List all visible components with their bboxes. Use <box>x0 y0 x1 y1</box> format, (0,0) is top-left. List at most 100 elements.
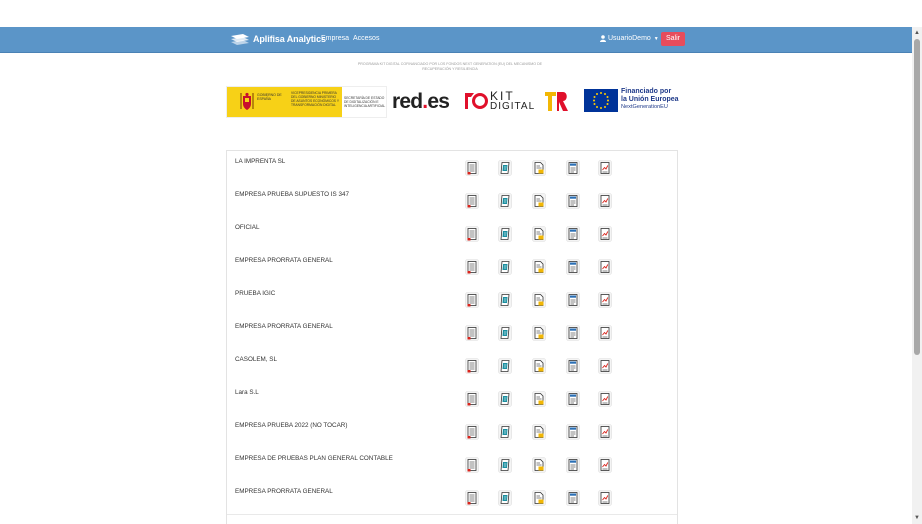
table-row: EMPRESA PRUEBA 2022 (NO TOCAR) <box>227 415 677 449</box>
chart-report-icon[interactable] <box>598 490 612 506</box>
ledger-report-icon[interactable] <box>465 226 479 242</box>
edit-document-icon[interactable] <box>498 457 512 473</box>
brand[interactable]: Aplifisa Analytics <box>230 32 326 46</box>
scroll-up-arrow-icon[interactable]: ▲ <box>914 29 920 37</box>
invoice-icon[interactable] <box>532 325 546 341</box>
invoice-icon[interactable] <box>532 424 546 440</box>
nav-accesos[interactable]: Accesos <box>353 35 379 42</box>
table-row: EMPRESA PRORRATA GENERAL <box>227 481 677 515</box>
company-name[interactable]: OFICIAL <box>235 224 260 231</box>
edit-document-icon[interactable] <box>498 424 512 440</box>
nav-empresa[interactable]: Empresa <box>321 35 349 42</box>
eu-funding-logo: Financiado por la Unión Europea NextGene… <box>584 86 684 116</box>
invoice-icon[interactable] <box>532 259 546 275</box>
navbar: Aplifisa Analytics Empresa Accesos Usuar… <box>0 27 912 53</box>
edit-document-icon[interactable] <box>498 325 512 341</box>
coat-of-arms-icon <box>240 92 254 110</box>
company-name[interactable]: LA IMPRENTA SL <box>235 158 285 165</box>
table-row: OFICIAL <box>227 217 677 251</box>
scroll-down-arrow-icon[interactable]: ▼ <box>914 514 920 522</box>
fiscal-model-icon[interactable] <box>566 424 580 440</box>
edit-document-icon[interactable] <box>498 292 512 308</box>
edit-document-icon[interactable] <box>498 490 512 506</box>
ledger-report-icon[interactable] <box>465 193 479 209</box>
invoice-icon[interactable] <box>532 226 546 242</box>
table-row: Lara S.L <box>227 382 677 416</box>
company-name[interactable]: EMPRESA PRUEBA SUPUESTO IS 347 <box>235 191 349 198</box>
table-row: PRUEBA IGIC <box>227 283 677 317</box>
invoice-icon[interactable] <box>532 391 546 407</box>
fiscal-model-icon[interactable] <box>566 226 580 242</box>
chart-report-icon[interactable] <box>598 193 612 209</box>
chart-report-icon[interactable] <box>598 226 612 242</box>
chart-report-icon[interactable] <box>598 391 612 407</box>
edit-document-icon[interactable] <box>498 160 512 176</box>
chart-report-icon[interactable] <box>598 358 612 374</box>
invoice-icon[interactable] <box>532 160 546 176</box>
eu-text-3: NextGenerationEU <box>621 104 668 110</box>
scroll-thumb[interactable] <box>914 39 920 355</box>
caret-down-icon: ▼ <box>653 35 659 42</box>
ledger-report-icon[interactable] <box>465 358 479 374</box>
chart-report-icon[interactable] <box>598 424 612 440</box>
gob-text-2: VICEPRESIDENCIA PRIMERA DEL GOBIERNO MIN… <box>291 91 339 107</box>
invoice-icon[interactable] <box>532 358 546 374</box>
page-scrollbar[interactable]: ▲ ▼ <box>912 27 922 524</box>
ledger-report-icon[interactable] <box>465 160 479 176</box>
fiscal-model-icon[interactable] <box>566 457 580 473</box>
user-menu[interactable]: UsuarioDemo ▼ <box>600 35 659 42</box>
table-row: EMPRESA DE PRUEBAS PLAN GENERAL CONTABLE <box>227 448 677 482</box>
edit-document-icon[interactable] <box>498 226 512 242</box>
brand-logo-icon <box>231 34 249 45</box>
fiscal-model-icon[interactable] <box>566 259 580 275</box>
chart-report-icon[interactable] <box>598 160 612 176</box>
eu-flag-icon <box>584 89 618 112</box>
edit-document-icon[interactable] <box>498 391 512 407</box>
companies-table: LA IMPRENTA SL EMPRESA PRUEBA SUPUESTO IS… <box>226 150 678 524</box>
fiscal-model-icon[interactable] <box>566 325 580 341</box>
company-name[interactable]: EMPRESA PRORRATA GENERAL <box>235 257 333 264</box>
chart-report-icon[interactable] <box>598 457 612 473</box>
kit-digital-mark-icon <box>465 93 488 109</box>
company-name[interactable]: EMPRESA PRUEBA 2022 (NO TOCAR) <box>235 422 347 429</box>
logout-button[interactable]: Salir <box>661 32 685 46</box>
eu-text-1: Financiado por <box>621 88 672 95</box>
company-name[interactable]: PRUEBA IGIC <box>235 290 275 297</box>
kit-digital-logo: KIT DIGITAL <box>464 88 540 114</box>
fiscal-model-icon[interactable] <box>566 193 580 209</box>
ledger-report-icon[interactable] <box>465 490 479 506</box>
chart-report-icon[interactable] <box>598 325 612 341</box>
edit-document-icon[interactable] <box>498 358 512 374</box>
brand-name: Aplifisa Analytics <box>253 34 326 44</box>
ledger-report-icon[interactable] <box>465 424 479 440</box>
chart-report-icon[interactable] <box>598 292 612 308</box>
fiscal-model-icon[interactable] <box>566 490 580 506</box>
chart-report-icon[interactable] <box>598 259 612 275</box>
edit-document-icon[interactable] <box>498 259 512 275</box>
table-row: LA IMPRENTA SL <box>227 151 677 185</box>
ledger-report-icon[interactable] <box>465 457 479 473</box>
company-name[interactable]: EMPRESA DE PRUEBAS PLAN GENERAL CONTABLE <box>235 455 393 462</box>
ledger-report-icon[interactable] <box>465 391 479 407</box>
recovery-plan-logo-icon <box>545 92 568 111</box>
company-name[interactable]: EMPRESA PRORRATA GENERAL <box>235 323 333 330</box>
fiscal-model-icon[interactable] <box>566 358 580 374</box>
ledger-report-icon[interactable] <box>465 292 479 308</box>
ledger-report-icon[interactable] <box>465 259 479 275</box>
fiscal-model-icon[interactable] <box>566 160 580 176</box>
invoice-icon[interactable] <box>532 193 546 209</box>
invoice-icon[interactable] <box>532 457 546 473</box>
company-name[interactable]: EMPRESA PRORRATA GENERAL <box>235 488 333 495</box>
gob-text-3: SECRETARÍA DE ESTADO DE DIGITALIZACIÓN E… <box>344 96 386 108</box>
edit-document-icon[interactable] <box>498 193 512 209</box>
table-row: EMPRESA PRORRATA GENERAL <box>227 316 677 350</box>
company-name[interactable]: Lara S.L <box>235 389 259 396</box>
ledger-report-icon[interactable] <box>465 325 479 341</box>
funding-logos: GOBIERNO DE ESPAÑA VICEPRESIDENCIA PRIME… <box>226 86 686 118</box>
redes-suffix: es <box>427 90 450 113</box>
company-name[interactable]: CASOLEM, SL <box>235 356 277 363</box>
fiscal-model-icon[interactable] <box>566 292 580 308</box>
fiscal-model-icon[interactable] <box>566 391 580 407</box>
invoice-icon[interactable] <box>532 292 546 308</box>
invoice-icon[interactable] <box>532 490 546 506</box>
